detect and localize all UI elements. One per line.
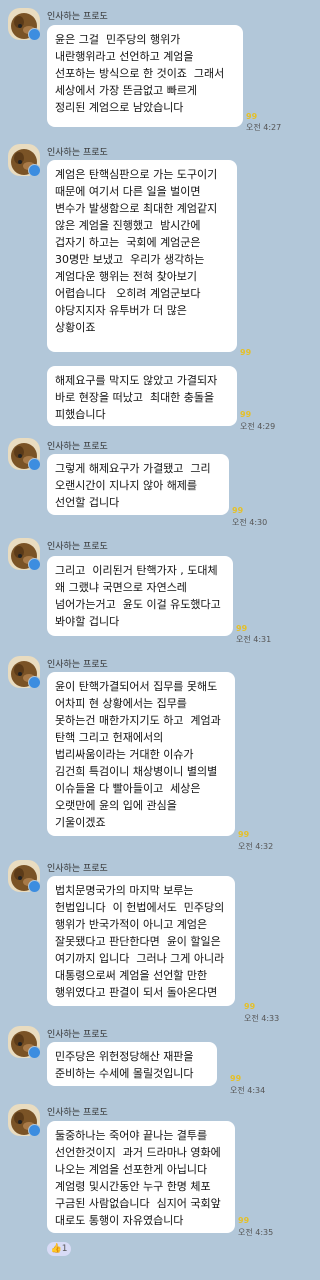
message-bubble[interactable]: 계엄은 탄핵심판으로 가는 도구이기 때문에 여기서 다른 일을 벌이면 변수가… [47, 160, 237, 352]
sender-name: 인사하는 프로도 [47, 442, 108, 452]
unread-count: 99 [236, 624, 248, 633]
message-time: 오전 4:34 [230, 1086, 266, 1095]
sender-name: 인사하는 프로도 [47, 148, 108, 158]
message-bubble[interactable]: 그렇게 해제요구가 가결됐고 그리 오랜시간이 지나지 않아 해제를 선언할 겁… [47, 454, 229, 515]
message-bubble[interactable]: 해제요구를 막지도 않았고 가결되자 바로 현장을 떠났고 최대한 충돌을 피했… [47, 366, 237, 426]
unread-count: 99 [240, 410, 252, 419]
verified-badge-icon [28, 1124, 41, 1137]
message-bubble[interactable]: 윤은 그걸 민주당의 행위가 내란행위라고 선언하고 계엄을 선포하는 방식으로… [47, 25, 243, 127]
thumbs-up-icon: 👍 [50, 1244, 62, 1254]
sender-name: 인사하는 프로도 [47, 542, 108, 552]
verified-badge-icon [28, 28, 41, 41]
unread-count: 99 [244, 1002, 256, 1011]
verified-badge-icon [28, 1046, 41, 1059]
unread-count: 99 [232, 506, 244, 515]
message-bubble[interactable]: 법치문명국가의 마지막 보루는 헌법입니다 이 헌법에서도 민주당의 행위가 반… [47, 876, 235, 1006]
message-time: 오전 4:29 [240, 422, 276, 431]
unread-count: 99 [238, 1216, 250, 1225]
verified-badge-icon [28, 676, 41, 689]
message-bubble[interactable]: 민주당은 위헌정당해산 재판을 준비하는 수세에 몰릴것입니다 [47, 1042, 217, 1086]
verified-badge-icon [28, 164, 41, 177]
unread-count: 99 [240, 348, 252, 357]
message-time: 오전 4:32 [238, 842, 274, 851]
unread-count: 99 [246, 112, 258, 121]
sender-name: 인사하는 프로도 [47, 1030, 108, 1040]
message-bubble[interactable]: 둘중하나는 죽어야 끝나는 결투를 선언한것이지 과거 드라마나 영화에 나오는… [47, 1121, 235, 1233]
reaction-count: 1 [61, 1244, 68, 1254]
verified-badge-icon [28, 880, 41, 893]
verified-badge-icon [28, 558, 41, 571]
message-time: 오전 4:30 [232, 518, 268, 527]
message-time: 오전 4:33 [244, 1014, 280, 1023]
message-time: 오전 4:35 [238, 1228, 274, 1237]
unread-count: 99 [230, 1074, 242, 1083]
sender-name: 인사하는 프로도 [47, 12, 108, 22]
message-time: 오전 4:31 [236, 635, 272, 644]
sender-name: 인사하는 프로도 [47, 1108, 108, 1118]
reaction-chip[interactable]: 👍1 [47, 1242, 71, 1256]
sender-name: 인사하는 프로도 [47, 864, 108, 874]
message-time: 오전 4:27 [246, 123, 282, 132]
message-bubble[interactable]: 윤이 탄핵가결되어서 집무를 못해도 어차피 현 상황에서는 집무를 못하는건 … [47, 672, 235, 836]
message-bubble[interactable]: 그리고 이리된거 탄핵가자 , 도대체 왜 그랬냐 국면으로 자연스레 넘어가는… [47, 556, 233, 636]
unread-count: 99 [238, 830, 250, 839]
verified-badge-icon [28, 458, 41, 471]
sender-name: 인사하는 프로도 [47, 660, 108, 670]
